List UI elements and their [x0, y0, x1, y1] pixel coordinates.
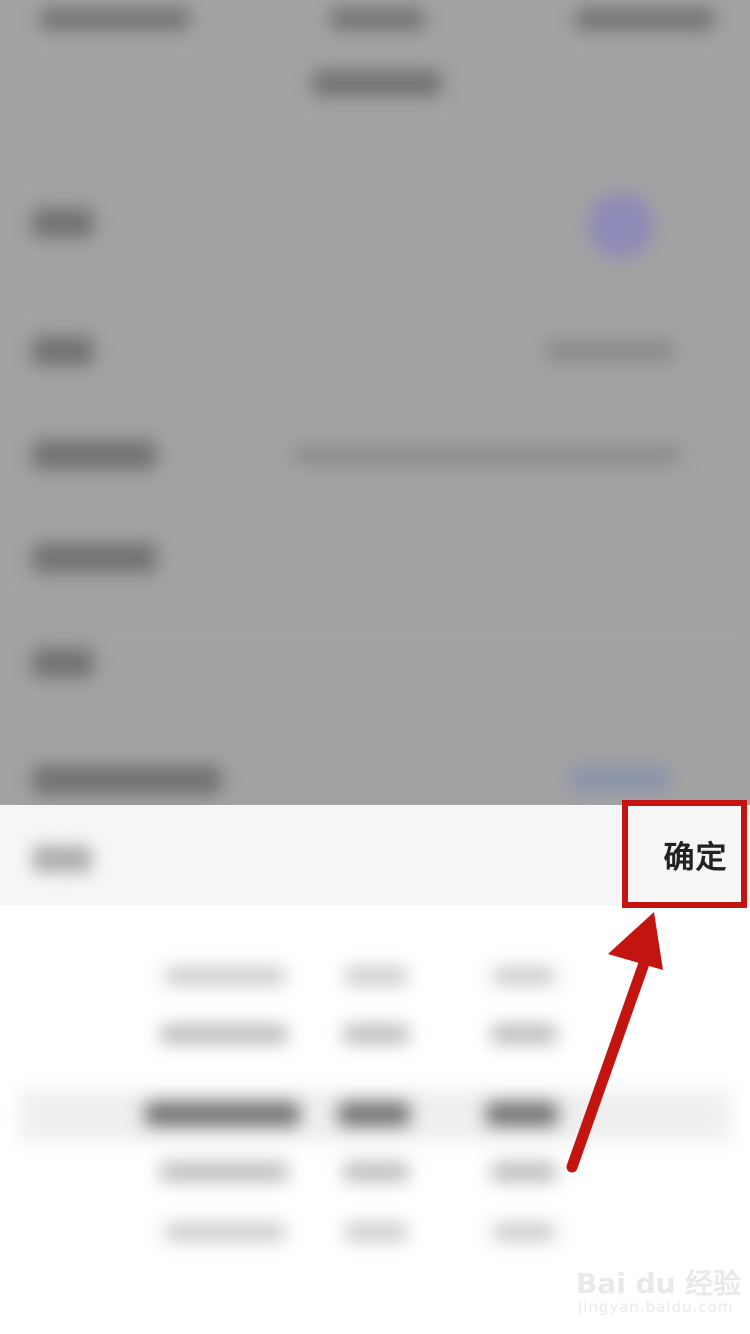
watermark-domain: jingyan.baidu.com — [578, 1298, 734, 1316]
avatar — [588, 192, 654, 258]
picker-item[interactable] — [343, 1025, 409, 1043]
row-label — [32, 336, 94, 366]
picker-item[interactable] — [165, 1223, 285, 1241]
picker-item[interactable] — [491, 1025, 557, 1043]
row-label — [32, 765, 222, 795]
confirm-button-highlight[interactable]: 确定 — [622, 800, 747, 908]
row-divider — [0, 718, 750, 720]
picker-item[interactable] — [160, 1163, 288, 1181]
nav-title — [312, 70, 442, 96]
picker-item[interactable] — [165, 967, 285, 985]
picker-item[interactable] — [345, 967, 407, 985]
row-value — [545, 340, 675, 362]
cancel-button[interactable] — [32, 845, 92, 873]
picker-item-selected[interactable] — [338, 1102, 410, 1126]
row-value — [570, 765, 670, 791]
nav-divider — [0, 145, 750, 147]
row-label — [32, 208, 94, 238]
status-bar-right — [575, 8, 715, 30]
background-screen — [0, 0, 750, 805]
picker-item[interactable] — [160, 1025, 288, 1043]
picker-item[interactable] — [343, 1163, 409, 1181]
picker-item-selected[interactable] — [486, 1102, 558, 1126]
picker-item-selected[interactable] — [145, 1102, 300, 1126]
watermark: Bai du 经验 jingyan.baidu.com — [576, 1262, 741, 1322]
picker-item[interactable] — [345, 1223, 407, 1241]
status-bar-time — [330, 8, 425, 30]
picker-item[interactable] — [493, 967, 555, 985]
row-divider — [0, 610, 750, 612]
row-divider — [0, 505, 750, 507]
row-divider — [0, 285, 750, 287]
picker-item[interactable] — [493, 1223, 555, 1241]
row-label — [32, 440, 157, 470]
row-value — [292, 446, 682, 464]
watermark-brand: Bai du 经验 — [576, 1267, 742, 1300]
row-divider — [0, 405, 750, 407]
blurred-content — [0, 0, 750, 805]
status-bar-left — [40, 8, 190, 30]
confirm-button-label: 确定 — [663, 839, 728, 876]
picker-item[interactable] — [491, 1163, 557, 1181]
row-label — [32, 648, 94, 678]
row-label — [32, 543, 157, 573]
